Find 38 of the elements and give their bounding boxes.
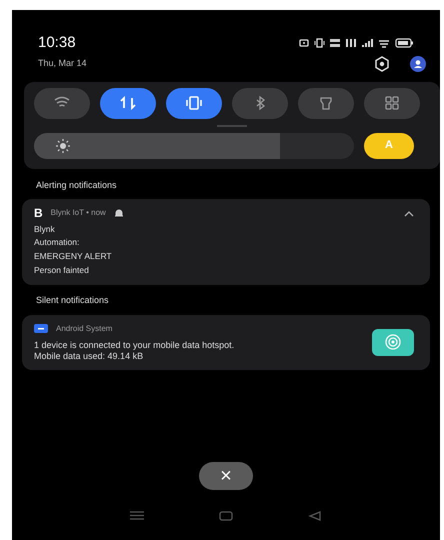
section-header: Silent notifications bbox=[35, 294, 110, 307]
quick-toggle[interactable] bbox=[166, 88, 222, 118]
app-name: Android System bbox=[56, 322, 112, 334]
app-name: Blynk IoT • now bbox=[50, 207, 106, 219]
menu-icon bbox=[130, 510, 144, 520]
date-text: Thu, Mar 14 bbox=[38, 56, 87, 70]
section-header: Alerting notifications bbox=[35, 178, 118, 192]
notification-text: EMERGENY ALERT bbox=[34, 250, 113, 263]
vibrate-icon bbox=[314, 38, 325, 48]
clock-time: 10:38 bbox=[38, 33, 76, 53]
vibrate-icon bbox=[183, 95, 205, 111]
settings-icon bbox=[374, 56, 390, 72]
notification-text: Person fainted bbox=[34, 264, 90, 277]
collapse-chevron-icon[interactable] bbox=[404, 211, 414, 217]
clear-all-button[interactable]: × bbox=[199, 462, 253, 490]
app-icon-letter: B bbox=[34, 207, 43, 219]
bell-icon bbox=[114, 208, 124, 218]
notification-text: Automation: bbox=[34, 236, 80, 249]
quick-toggle[interactable] bbox=[34, 88, 90, 118]
notification-text: Mobile data used: 49.14 kB bbox=[34, 350, 144, 362]
back-icon bbox=[308, 510, 322, 520]
app-icon bbox=[34, 324, 48, 333]
quick-toggle[interactable] bbox=[364, 88, 420, 118]
signal-icon bbox=[362, 38, 373, 48]
quick-toggle[interactable] bbox=[100, 88, 156, 118]
brightness-icon bbox=[56, 138, 70, 152]
notification-text: Blynk bbox=[34, 223, 56, 235]
hotspot-glyph-icon bbox=[384, 334, 402, 350]
wifi-signal-icon bbox=[378, 38, 390, 48]
quick-toggle[interactable] bbox=[232, 88, 288, 118]
notification-text: 1 device is connected to your mobile data hotspot. bbox=[34, 340, 236, 350]
quick-toggle[interactable] bbox=[298, 88, 354, 118]
battery-icon bbox=[395, 38, 414, 48]
account-icon bbox=[410, 56, 426, 72]
home-icon bbox=[218, 510, 233, 520]
brightness-slider[interactable] bbox=[34, 132, 354, 158]
alarm-icon bbox=[299, 38, 309, 48]
drag-handle[interactable] bbox=[217, 124, 247, 126]
